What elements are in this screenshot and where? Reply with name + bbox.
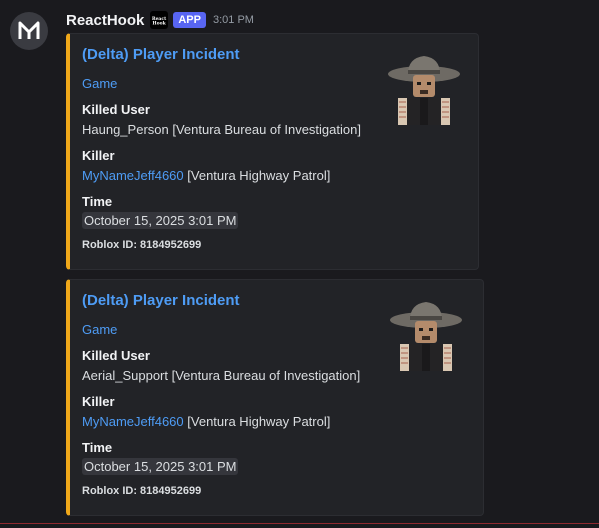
bot-avatar[interactable] — [10, 12, 48, 50]
embed-card: (Delta) Player Incident Game Killed User… — [66, 33, 479, 270]
embed-footer: Roblox ID: 8184952699 — [82, 485, 202, 497]
embed-card: (Delta) Player Incident Game Killed User… — [66, 279, 484, 516]
app-badge: APP — [173, 12, 206, 28]
killer-user-link[interactable]: MyNameJeff4660 — [82, 414, 184, 429]
new-messages-divider — [0, 523, 599, 524]
timestamp-chip[interactable]: October 15, 2025 3:01 PM — [82, 212, 239, 229]
field-name-killer: Killer — [82, 148, 115, 163]
bot-logo-icon: React Hook — [150, 11, 169, 29]
embed-game-link[interactable]: Game — [82, 76, 117, 91]
message-header: ReactHook React Hook APP 3:01 PM — [66, 10, 254, 30]
reacthook-logo-icon — [18, 21, 40, 39]
embed-title[interactable]: (Delta) Player Incident — [82, 292, 240, 309]
field-value-killed-user: Haung_Person [Ventura Bureau of Investig… — [82, 122, 361, 137]
field-name-time: Time — [82, 440, 113, 455]
killer-team: [Ventura Highway Patrol] — [183, 414, 331, 429]
field-value-killer: MyNameJeff4660 [Ventura Highway Patrol] — [82, 414, 330, 429]
killer-user-link[interactable]: MyNameJeff4660 — [82, 168, 184, 183]
chat-message: ReactHook React Hook APP 3:01 PM (Delta)… — [0, 0, 599, 528]
field-value-time: October 15, 2025 3:01 PM — [82, 458, 239, 475]
field-name-killer: Killer — [82, 394, 115, 409]
roblox-avatar-cowboy-hat-icon[interactable] — [386, 294, 466, 374]
author-name[interactable]: ReactHook — [66, 12, 144, 29]
field-name-killed-user: Killed User — [82, 102, 150, 117]
embed-footer: Roblox ID: 8184952699 — [82, 239, 202, 251]
field-name-killed-user: Killed User — [82, 348, 150, 363]
timestamp-chip[interactable]: October 15, 2025 3:01 PM — [82, 458, 239, 475]
field-value-time: October 15, 2025 3:01 PM — [82, 212, 239, 229]
embed-game-link[interactable]: Game — [82, 322, 117, 337]
field-value-killer: MyNameJeff4660 [Ventura Highway Patrol] — [82, 168, 330, 183]
message-timestamp[interactable]: 3:01 PM — [213, 14, 254, 26]
killer-team: [Ventura Highway Patrol] — [183, 168, 331, 183]
field-name-time: Time — [82, 194, 113, 209]
field-value-killed-user: Aerial_Support [Ventura Bureau of Invest… — [82, 368, 361, 383]
roblox-avatar-cowboy-hat-icon[interactable] — [384, 48, 464, 128]
svg-text:Hook: Hook — [153, 21, 167, 26]
embed-title[interactable]: (Delta) Player Incident — [82, 46, 240, 63]
